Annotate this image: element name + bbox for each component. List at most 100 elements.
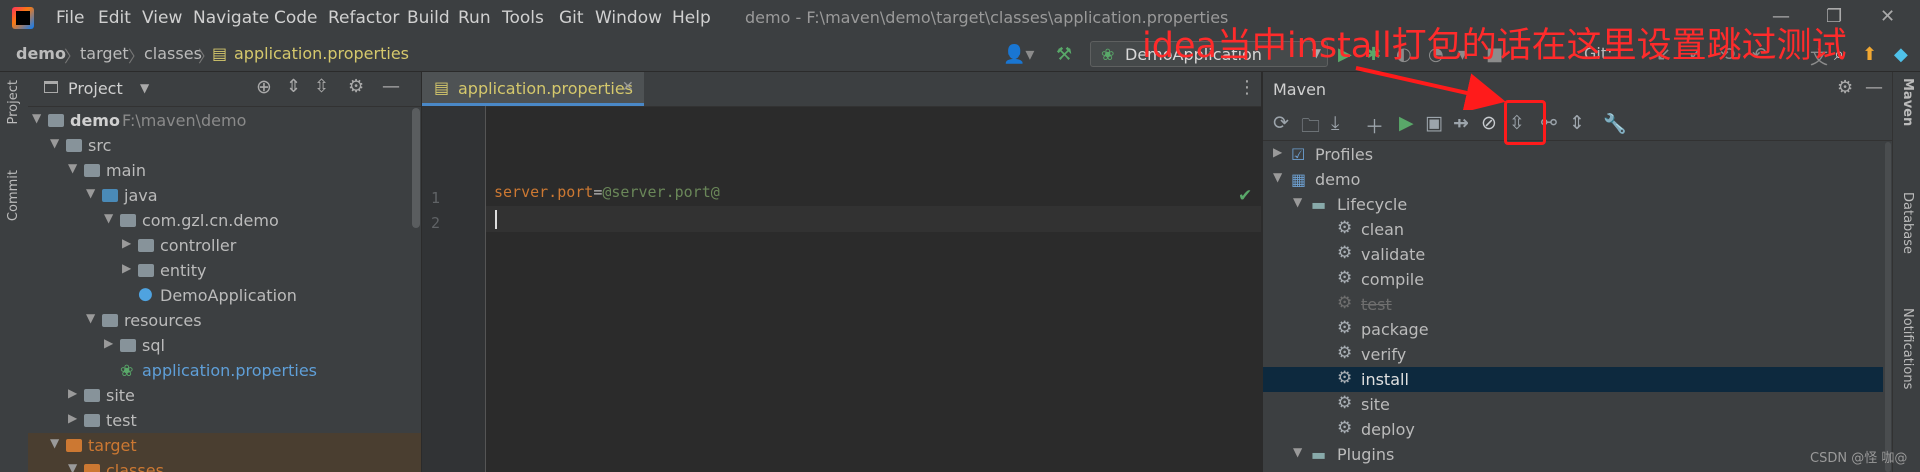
tree-item-controller[interactable]: ▶ controller — [28, 233, 408, 258]
hide-panel-icon[interactable]: — — [1865, 77, 1883, 98]
download-sources-icon[interactable]: ⤓ — [1331, 112, 1339, 134]
breadcrumb-demo[interactable]: demo — [16, 44, 66, 63]
menu-file[interactable]: File — [56, 8, 84, 28]
tree-item-classes[interactable]: ▼ classes — [28, 458, 421, 472]
collapse-all-icon[interactable]: ⇳ — [314, 76, 329, 97]
tree-item-application-properties[interactable]: ❀ application.properties — [28, 358, 408, 383]
maven-scrollbar[interactable] — [1885, 142, 1891, 472]
tree-label: sql — [142, 336, 165, 355]
tool-window-project[interactable]: Project — [6, 80, 21, 124]
tree-item-test[interactable]: ▶ test — [28, 408, 408, 433]
hide-panel-icon[interactable]: — — [382, 76, 400, 97]
properties-file-icon: ❀ — [120, 361, 134, 380]
tree-item-demoapplication[interactable]: ● DemoApplication — [28, 283, 408, 308]
tree-item-resources[interactable]: ▼ resources — [28, 308, 408, 333]
menu-refactor[interactable]: Refactor — [328, 8, 399, 28]
menu-tools[interactable]: Tools — [502, 8, 544, 28]
left-tool-strip: Project Commit — [0, 72, 29, 472]
expand-all-icon[interactable]: ⇕ — [1569, 112, 1585, 134]
annotation-arrow — [1355, 66, 1506, 110]
maven-toolbar: ⟳ 🗀 ⤓ ＋ ▶ ▣ ⇸ ⊘ ⇳ ⚯ ⇕ 🔧 — [1263, 106, 1893, 141]
lifecycle-clean[interactable]: ⚙ clean — [1263, 217, 1883, 242]
expand-all-icon[interactable]: ⇕ — [286, 76, 301, 97]
tree-item-site[interactable]: ▶ site — [28, 383, 408, 408]
tree-item-sql[interactable]: ▶ sql — [28, 333, 408, 358]
tree-item-main[interactable]: ▼ main — [28, 158, 408, 183]
tool-window-notifications[interactable]: Notifications — [1900, 308, 1915, 389]
plugin-logo-icon[interactable]: ◆ — [1894, 44, 1908, 65]
tree-item-entity[interactable]: ▶ entity — [28, 258, 408, 283]
add-project-folder-icon[interactable]: 🗀 — [1301, 112, 1320, 144]
menu-help[interactable]: Help — [672, 8, 711, 28]
phase-label: install — [1361, 370, 1409, 389]
lifecycle-install[interactable]: ⚙ install — [1263, 367, 1883, 392]
project-scrollbar[interactable] — [412, 108, 420, 228]
tree-item-demo[interactable]: ▼ demo F:\maven\demo — [28, 108, 408, 133]
menu-git[interactable]: Git — [559, 8, 584, 28]
breadcrumb-classes[interactable]: classes — [144, 44, 202, 63]
lifecycle-verify[interactable]: ⚙ verify — [1263, 342, 1883, 367]
build-hammer-icon[interactable]: ⚒ — [1056, 44, 1072, 65]
maven-settings-wrench-icon[interactable]: 🔧 — [1603, 112, 1627, 135]
menu-navigate[interactable]: Navigate — [193, 8, 269, 28]
user-icon[interactable]: 👤▾ — [1003, 44, 1034, 65]
menu-run[interactable]: Run — [458, 8, 491, 28]
run-maven-goal-icon[interactable]: ▶ — [1399, 112, 1414, 134]
locate-file-icon[interactable]: ⊕ — [256, 76, 272, 98]
lifecycle-validate[interactable]: ⚙ validate — [1263, 242, 1883, 267]
tool-window-commit[interactable]: Commit — [6, 170, 21, 221]
gear-icon: ⚙ — [1337, 218, 1353, 238]
phase-label: validate — [1361, 245, 1426, 264]
menu-code[interactable]: Code — [274, 8, 318, 28]
maven-tree-lifecycle[interactable]: ▼ ▬ Lifecycle — [1263, 192, 1883, 217]
lifecycle-test[interactable]: ⚙ test — [1263, 292, 1883, 317]
editor-tab-application-properties[interactable]: ▤ application.properties ✕ — [422, 72, 644, 106]
menu-window[interactable]: Window — [595, 8, 662, 28]
maven-tree-profiles[interactable]: ▶ ☑ Profiles — [1263, 142, 1883, 167]
menu-edit[interactable]: Edit — [98, 8, 131, 28]
breadcrumb-separator-icon: 〉 — [64, 47, 81, 66]
maven-tree-plugins[interactable]: ▼ ▬ Plugins — [1263, 442, 1883, 467]
offline-mode-icon[interactable]: ⇸ — [1453, 112, 1469, 134]
property-key: server.port — [494, 183, 594, 201]
tool-window-maven[interactable]: Maven — [1900, 78, 1915, 126]
tree-item-java[interactable]: ▼ java — [28, 183, 408, 208]
close-icon[interactable]: ✕ — [1880, 6, 1895, 27]
chevron-down-icon[interactable]: ▼ — [140, 81, 149, 95]
tree-item-src[interactable]: ▼ src — [28, 133, 408, 158]
lifecycle-site[interactable]: ⚙ site — [1263, 392, 1883, 417]
tree-item-package[interactable]: ▼ com.gzl.cn.demo — [28, 208, 408, 233]
breadcrumb-file[interactable]: application.properties — [234, 44, 409, 63]
execute-goal-icon[interactable]: ▣ — [1425, 112, 1443, 134]
plugins-folder-icon: ▬ — [1311, 445, 1327, 464]
tree-label: controller — [160, 236, 237, 255]
code-line-1[interactable]: server.port=@server.port@ — [494, 183, 720, 201]
lifecycle-deploy[interactable]: ⚙ deploy — [1263, 417, 1883, 442]
menu-build[interactable]: Build — [407, 8, 450, 28]
tree-item-target[interactable]: ▼ target — [28, 433, 421, 458]
breadcrumb-target[interactable]: target — [80, 44, 129, 63]
phase-label: compile — [1361, 270, 1425, 289]
add-icon[interactable]: ＋ — [1365, 112, 1384, 139]
menu-view[interactable]: View — [142, 8, 182, 28]
close-tab-icon[interactable]: ✕ — [622, 79, 634, 95]
tree-label: classes — [106, 461, 164, 472]
tool-window-database[interactable]: Database — [1900, 192, 1915, 254]
project-panel-title[interactable]: Project — [68, 79, 123, 98]
gear-icon: ⚙ — [1337, 343, 1353, 363]
lifecycle-compile[interactable]: ⚙ compile — [1263, 267, 1883, 292]
tab-label: application.properties — [458, 79, 633, 98]
right-tool-strip: Maven Database Notifications — [1892, 72, 1920, 472]
no-problems-check-icon[interactable]: ✔ — [1238, 186, 1252, 206]
maven-panel: Maven ⚙ — ⟳ 🗀 ⤓ ＋ ▶ ▣ ⇸ ⊘ ⇳ ⚯ ⇕ 🔧 ▶ ☑ Pr… — [1262, 72, 1893, 472]
skip-tests-icon[interactable]: ⊘ — [1481, 112, 1497, 134]
maven-tree-demo[interactable]: ▼ ▦ demo — [1263, 167, 1883, 192]
reload-icon[interactable]: ⟳ — [1273, 112, 1289, 134]
phase-label: clean — [1361, 220, 1405, 239]
gear-icon[interactable]: ⚙ — [348, 76, 364, 97]
more-tabs-icon[interactable]: ⋮ — [1238, 77, 1256, 98]
update-available-icon[interactable]: ⬆ — [1862, 44, 1877, 65]
lifecycle-package[interactable]: ⚙ package — [1263, 317, 1883, 342]
gear-icon[interactable]: ⚙ — [1837, 77, 1853, 98]
property-value: @server.port@ — [602, 183, 720, 201]
